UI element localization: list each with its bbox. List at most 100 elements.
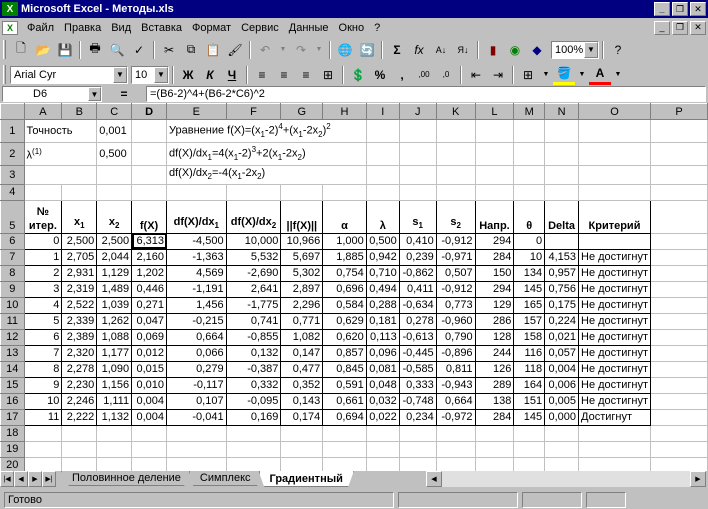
data-cell[interactable]: -1,363 [166,248,227,266]
data-cell[interactable]: 1,132 [96,408,133,426]
data-cell[interactable]: 0,147 [280,344,324,362]
cell[interactable] [578,141,651,166]
cell[interactable] [474,424,515,442]
data-cell[interactable]: 1,090 [96,360,133,378]
cell[interactable] [474,141,515,166]
zoom-select[interactable]: 100% ▼ [551,40,599,59]
data-cell[interactable]: 0,010 [131,376,167,394]
cell[interactable] [131,456,167,471]
data-cell[interactable]: 0,756 [544,280,580,298]
undo-dropdown-icon[interactable]: ▼ [276,39,290,60]
cell[interactable] [398,141,437,166]
row-header[interactable]: 2 [0,141,25,166]
criterion-cell[interactable]: Не достигнут [578,280,651,298]
col-header-theta[interactable]: θ [513,199,546,234]
row-header[interactable]: 11 [0,312,25,330]
data-cell[interactable]: -0,855 [225,328,282,346]
toolbar-grip[interactable] [3,65,6,84]
row-header[interactable]: 4 [0,183,25,201]
cell[interactable] [131,440,167,458]
cell-a2[interactable]: λ(1) [23,141,98,166]
cell[interactable] [365,164,400,185]
cell[interactable] [649,456,708,471]
cell[interactable] [23,424,63,442]
cells-table[interactable]: A B C D E F G H I J K L M N O P 1 Точнос… [0,103,708,471]
column-header-i[interactable]: I [365,103,400,120]
cell[interactable] [544,183,580,201]
row-header[interactable]: 8 [0,264,25,282]
data-cell[interactable]: 145 [513,408,546,426]
font-size-select[interactable]: 10 ▼ [131,65,169,84]
data-cell[interactable]: 0,477 [280,360,324,378]
data-cell[interactable]: 0,694 [322,408,367,426]
cell[interactable] [322,424,367,442]
cell[interactable] [649,440,708,458]
data-cell[interactable]: 158 [513,328,546,346]
col-header-fx[interactable]: f(X) [131,199,167,234]
cell[interactable] [435,183,476,201]
data-cell[interactable]: 294 [474,232,515,250]
data-cell[interactable]: 10,966 [280,232,324,250]
data-cell[interactable]: -1,775 [225,296,282,314]
currency-icon[interactable]: 💲 [347,64,369,85]
cell-e3[interactable]: df(X)/dx2=-4(x1-2x2) [166,164,367,185]
row-header[interactable]: 15 [0,376,25,394]
data-cell[interactable]: 1,088 [96,328,133,346]
data-cell[interactable]: 0,507 [435,264,476,282]
row-header[interactable]: 1 [0,119,25,143]
cell[interactable] [166,440,227,458]
cell[interactable] [225,424,282,442]
borders-dropdown-icon[interactable]: ▼ [539,64,553,85]
data-cell[interactable]: 2,230 [61,376,98,394]
tab-gradient[interactable]: Градиентный [258,471,354,487]
data-cell[interactable]: 1,156 [96,376,133,394]
criterion-cell[interactable]: Не достигнут [578,264,651,282]
cell[interactable] [649,248,708,266]
criterion-cell[interactable]: Не достигнут [578,360,651,378]
cell[interactable] [225,183,282,201]
data-cell[interactable]: 1,489 [96,280,133,298]
toolbar-grip[interactable] [3,40,6,59]
criterion-cell[interactable]: Достигнут [578,408,651,426]
cell[interactable] [435,119,476,143]
save-icon[interactable]: 💾 [54,39,76,60]
cell[interactable] [649,344,708,362]
column-header-f[interactable]: F [225,103,282,120]
cell[interactable] [96,456,133,471]
column-header-n[interactable]: N [544,103,580,120]
cell[interactable] [649,232,708,250]
cell[interactable] [398,183,437,201]
chevron-down-icon[interactable]: ▼ [88,87,101,101]
scroll-track[interactable] [442,471,690,487]
data-cell[interactable]: -0,862 [398,264,437,282]
criterion-cell[interactable]: Не достигнут [578,376,651,394]
data-cell[interactable]: 284 [474,408,515,426]
data-cell[interactable]: 157 [513,312,546,330]
col-header-criterion[interactable]: Критерий [578,199,651,234]
data-cell[interactable]: 0,005 [544,392,580,410]
data-cell[interactable]: 0,664 [166,328,227,346]
scroll-left-icon[interactable]: ◀ [426,471,442,487]
data-cell[interactable]: 2,160 [131,248,167,266]
cell[interactable] [365,440,400,458]
data-cell[interactable]: 150 [474,264,515,282]
chart-wizard-icon[interactable]: ▮ [482,39,504,60]
column-header-e[interactable]: E [166,103,227,120]
data-cell[interactable]: -0,912 [435,280,476,298]
undo-icon[interactable]: ↶ [254,39,276,60]
row-header[interactable]: 18 [0,424,25,442]
column-header-l[interactable]: L [474,103,515,120]
data-cell[interactable]: 0,591 [322,376,367,394]
data-cell[interactable]: 0,332 [225,376,282,394]
row-header[interactable]: 20 [0,456,25,471]
col-header-s2[interactable]: s2 [435,199,476,234]
cell[interactable] [131,164,167,185]
cell[interactable] [365,141,400,166]
cell[interactable] [649,376,708,394]
row-header[interactable]: 13 [0,344,25,362]
data-cell[interactable]: -0,215 [166,312,227,330]
cell[interactable] [649,183,708,201]
cell[interactable] [365,456,400,471]
cell[interactable] [96,424,133,442]
align-center-icon[interactable]: ≡ [273,64,295,85]
